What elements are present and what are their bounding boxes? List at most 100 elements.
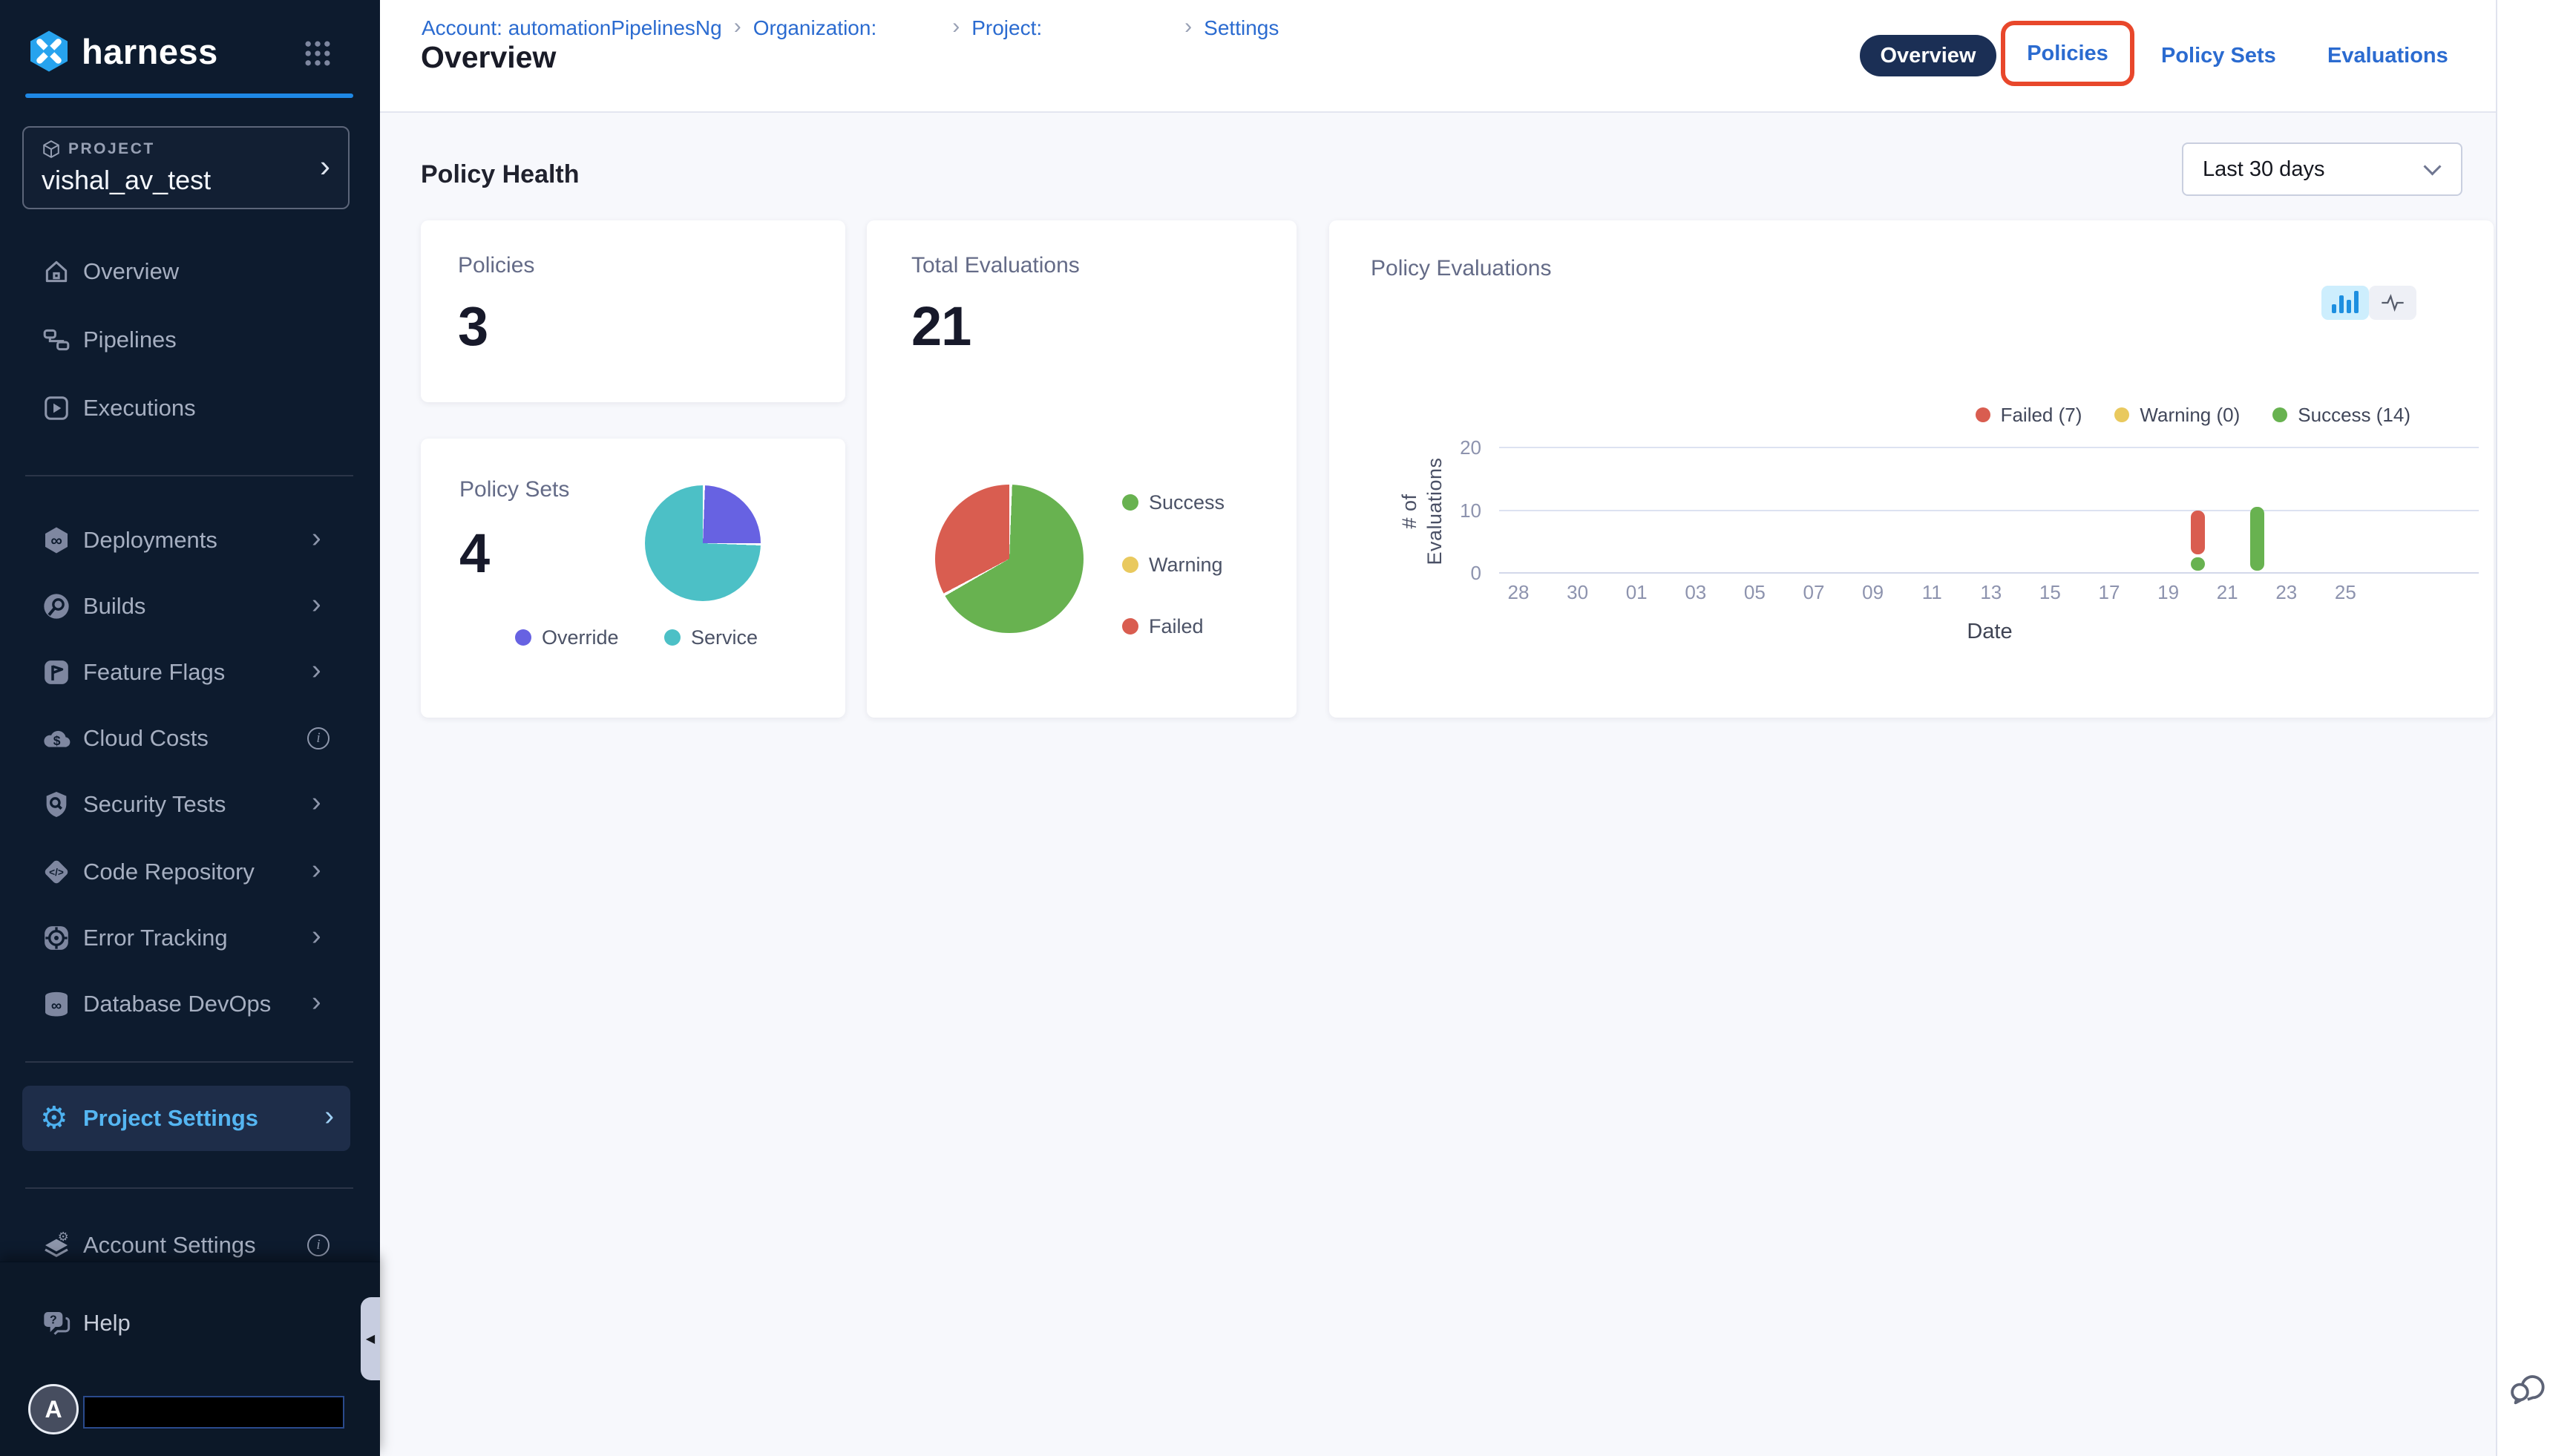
cube-icon [42, 140, 61, 159]
x-tick-label: 19 [2143, 581, 2195, 604]
legend-dot-failed [1122, 618, 1138, 634]
sidebar-item-error-tracking[interactable]: Error Tracking › [0, 908, 380, 968]
legend-dot-override [515, 629, 531, 646]
date-range-select[interactable]: Last 30 days [2182, 142, 2462, 196]
deployments-icon: ∞ [40, 524, 73, 557]
sidebar-item-project-settings[interactable]: ⚙ Project Settings › [22, 1086, 350, 1151]
sidebar-divider [25, 475, 353, 476]
info-icon[interactable]: i [307, 1234, 330, 1256]
policies-count: 3 [458, 295, 488, 358]
svg-text:$: $ [53, 733, 61, 748]
info-icon[interactable]: i [307, 727, 330, 750]
breadcrumb-account[interactable]: Account: automationPipelinesNg [422, 16, 722, 40]
code-repository-icon: </> [40, 856, 73, 888]
breadcrumb-organization[interactable]: Organization: [753, 16, 877, 40]
sidebar-item-label: Project Settings [83, 1105, 258, 1132]
tab-evaluations[interactable]: Evaluations [2327, 44, 2448, 68]
tab-overview[interactable]: Overview [1860, 35, 1996, 76]
y-tick-label: 0 [1418, 562, 1481, 585]
database-devops-icon: ∞ [40, 988, 73, 1020]
sidebar-item-label: Overview [83, 258, 179, 285]
legend-label: Service [691, 626, 758, 649]
chevron-right-icon: › [312, 655, 321, 686]
sidebar-item-label: Executions [83, 395, 196, 422]
error-tracking-icon [40, 922, 73, 954]
sidebar-item-label: Help [83, 1310, 131, 1337]
harness-logo: harness [27, 27, 218, 76]
sidebar-item-deployments[interactable]: ∞ Deployments › [0, 511, 380, 570]
sidebar-item-feature-flags[interactable]: Feature Flags › [0, 643, 380, 702]
gear-icon: ⚙ [40, 1100, 68, 1136]
logo-underline [25, 94, 353, 98]
legend-dot-service [664, 629, 681, 646]
x-tick-label: 07 [1788, 581, 1840, 604]
sidebar-item-builds[interactable]: Builds › [0, 577, 380, 636]
chevron-right-icon: › [324, 1101, 334, 1132]
legend-item: Service [664, 624, 758, 651]
x-tick-label: 23 [2261, 581, 2313, 604]
policies-card: Policies 3 [421, 220, 845, 402]
security-tests-icon [40, 788, 73, 821]
sidebar-item-help[interactable]: ? Help [0, 1293, 380, 1353]
sidebar-bottom-panel: ? Help A [0, 1262, 380, 1456]
breadcrumb-settings[interactable]: Settings [1204, 16, 1279, 40]
chevron-right-icon: › [312, 588, 321, 620]
legend-label: Success [1149, 491, 1225, 514]
x-tick-label: 05 [1728, 581, 1780, 604]
pipelines-icon [40, 324, 73, 356]
sidebar-item-cloud-costs[interactable]: $ Cloud Costs i [0, 709, 380, 768]
avatar[interactable]: A [28, 1384, 79, 1434]
tab-policy-sets[interactable]: Policy Sets [2161, 44, 2276, 68]
chevron-right-icon: › [312, 854, 321, 886]
legend-dot-warning [1122, 557, 1138, 573]
breadcrumb-project[interactable]: Project: [971, 16, 1042, 40]
x-tick-label: 30 [1552, 581, 1604, 604]
avatar-letter: A [45, 1396, 62, 1423]
chevron-right-icon: › [320, 148, 330, 184]
svg-text:∞: ∞ [51, 997, 62, 1014]
sidebar-item-overview[interactable]: Overview [0, 242, 380, 301]
chevron-right-icon: › [312, 920, 321, 952]
chevron-down-icon [2423, 157, 2441, 175]
x-tick-label: 21 [2201, 581, 2253, 604]
sidebar-item-code-repository[interactable]: </> Code Repository › [0, 842, 380, 902]
sidebar-item-database-devops[interactable]: ∞ Database DevOps › [0, 974, 380, 1034]
policy-sets-count: 4 [459, 522, 489, 585]
gridline [1499, 510, 2479, 511]
sidebar-item-security-tests[interactable]: Security Tests › [0, 775, 380, 834]
legend-label: Override [542, 626, 619, 649]
sidebar-item-label: Builds [83, 593, 145, 620]
gridline [1499, 572, 2479, 574]
sidebar-item-label: Code Repository [83, 859, 255, 885]
topbar: Account: automationPipelinesNg › Organiz… [380, 0, 2496, 113]
home-icon [40, 255, 73, 288]
sidebar-collapse-handle[interactable]: ◀ [361, 1297, 380, 1380]
section-title: Policy Health [421, 160, 580, 189]
total-evaluations-pie-chart [935, 485, 1084, 633]
bar-chart-plot: # of Evaluations Date 010202830010305070… [1329, 220, 2494, 718]
legend-dot-success [1122, 494, 1138, 511]
x-tick-label: 09 [1847, 581, 1899, 604]
x-tick-label: 28 [1492, 581, 1544, 604]
x-tick-label: 01 [1610, 581, 1662, 604]
x-tick-label: 13 [1965, 581, 2017, 604]
sidebar-item-pipelines[interactable]: Pipelines [0, 310, 380, 370]
feature-flags-icon [40, 656, 73, 689]
chevron-right-icon: › [952, 14, 960, 42]
total-evaluations-count: 21 [911, 295, 971, 358]
legend-item: Failed [1122, 613, 1204, 640]
project-selector[interactable]: PROJECT vishal_av_test › [22, 126, 350, 209]
breadcrumb: Account: automationPipelinesNg › Organiz… [422, 15, 1279, 42]
x-tick-label: 25 [2319, 581, 2371, 604]
tab-policies[interactable]: Policies [2027, 42, 2108, 66]
sidebar-item-label: Security Tests [83, 791, 226, 818]
sidebar-item-label: Error Tracking [83, 925, 228, 951]
support-chat-icon[interactable] [2506, 1368, 2546, 1409]
chevron-right-icon: › [312, 986, 321, 1018]
builds-icon [40, 590, 73, 623]
chevron-right-icon: › [734, 14, 741, 42]
y-tick-label: 10 [1418, 499, 1481, 522]
card-label: Total Evaluations [911, 253, 1080, 278]
apps-grid-icon[interactable] [301, 37, 334, 70]
sidebar-item-executions[interactable]: Executions [0, 378, 380, 438]
